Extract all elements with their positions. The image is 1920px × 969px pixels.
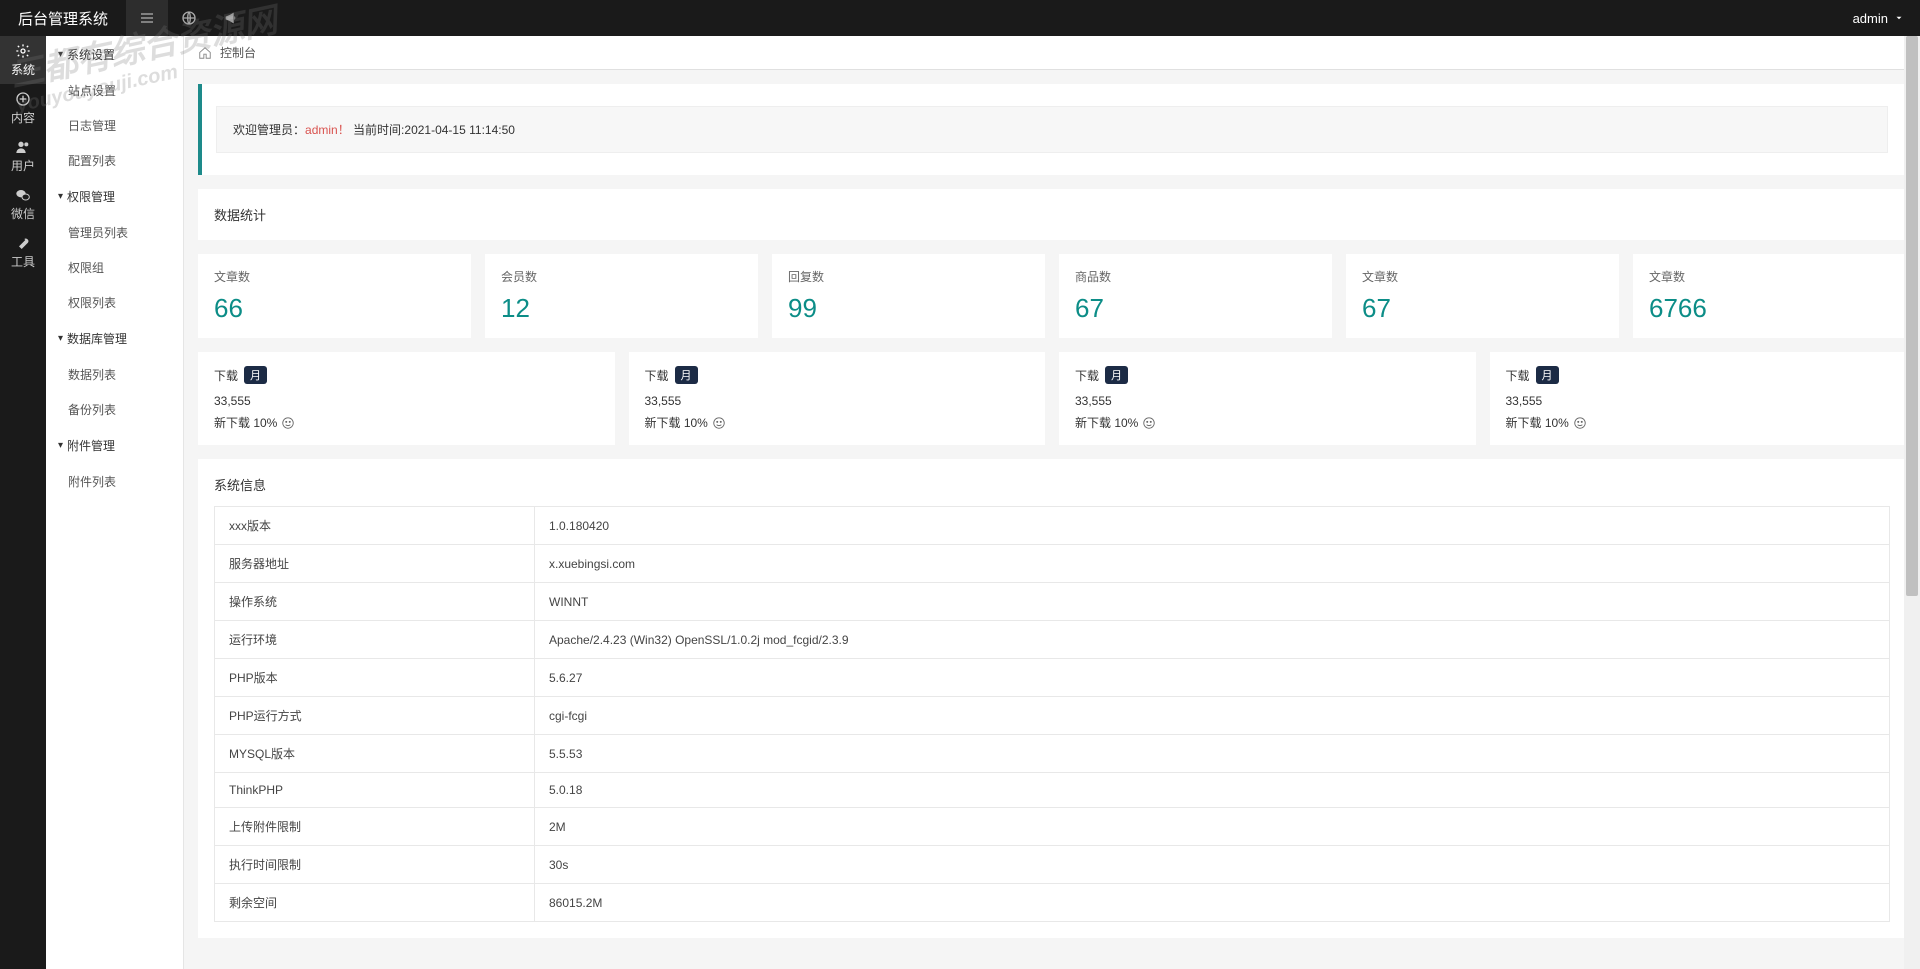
month-badge: 月 <box>1536 366 1559 384</box>
nav-content[interactable]: 内容 <box>0 84 46 132</box>
sidebar-group-database[interactable]: ▾数据库管理 <box>46 320 183 357</box>
menu-toggle-button[interactable] <box>126 0 168 36</box>
user-name: admin <box>1853 11 1888 26</box>
table-row: PHP版本5.6.27 <box>215 659 1890 697</box>
month-badge: 月 <box>675 366 698 384</box>
download-card: 下载月 33,555 新下载 10% <box>629 352 1046 445</box>
globe-button[interactable] <box>168 0 210 36</box>
broadcast-button[interactable] <box>210 0 252 36</box>
plus-circle-icon <box>15 91 31 107</box>
welcome-text: 欢迎管理员：admin！ 当前时间:2021-04-15 11:14:50 <box>233 123 515 137</box>
table-row: MYSQL版本5.5.53 <box>215 735 1890 773</box>
nav-tools[interactable]: 工具 <box>0 228 46 276</box>
main: 控制台 欢迎管理员：admin！ 当前时间:2021-04-15 11:14:5… <box>184 36 1920 969</box>
month-badge: 月 <box>1105 366 1128 384</box>
sysinfo-panel: 系统信息 xxx版本1.0.180420 服务器地址x.xuebingsi.co… <box>198 459 1906 938</box>
welcome-panel: 欢迎管理员：admin！ 当前时间:2021-04-15 11:14:50 <box>198 84 1906 175</box>
app-title: 后台管理系统 <box>0 8 126 29</box>
stat-card: 文章数6766 <box>1633 254 1906 338</box>
menu-icon <box>139 10 155 26</box>
stat-card: 会员数12 <box>485 254 758 338</box>
scrollbar-thumb[interactable] <box>1906 36 1918 596</box>
smile-icon <box>712 416 726 430</box>
table-row: 上传附件限制2M <box>215 808 1890 846</box>
table-row: 操作系统WINNT <box>215 583 1890 621</box>
sidebar-group-permission[interactable]: ▾权限管理 <box>46 178 183 215</box>
broadcast-icon <box>223 10 239 26</box>
sidebar-item-config[interactable]: 配置列表 <box>46 143 183 178</box>
content: 欢迎管理员：admin！ 当前时间:2021-04-15 11:14:50 数据… <box>184 70 1920 952</box>
globe-icon <box>181 10 197 26</box>
download-row: 下载月 33,555 新下载 10% 下载月 33,555 新下载 10% 下载… <box>198 352 1906 445</box>
sidebar-item-attach-list[interactable]: 附件列表 <box>46 464 183 499</box>
smile-icon <box>281 416 295 430</box>
nav-system[interactable]: 系统 <box>0 36 46 84</box>
stats-header-panel: 数据统计 <box>198 189 1906 240</box>
user-menu[interactable]: admin <box>1837 11 1920 26</box>
stat-row: 文章数66 会员数12 回复数99 商品数67 文章数67 文章数6766 <box>198 254 1906 338</box>
table-row: ThinkPHP5.0.18 <box>215 773 1890 808</box>
smile-icon <box>1142 416 1156 430</box>
sidebar: ▾系统设置 站点设置 日志管理 配置列表 ▾权限管理 管理员列表 权限组 权限列… <box>46 36 184 969</box>
month-badge: 月 <box>244 366 267 384</box>
download-card: 下载月 33,555 新下载 10% <box>198 352 615 445</box>
header: 后台管理系统 admin <box>0 0 1920 36</box>
home-icon <box>198 46 212 60</box>
sidebar-item-site-settings[interactable]: 站点设置 <box>46 73 183 108</box>
smile-icon <box>1573 416 1587 430</box>
sysinfo-title: 系统信息 <box>214 475 1890 494</box>
sidebar-item-backup-list[interactable]: 备份列表 <box>46 392 183 427</box>
header-toolbar <box>126 0 252 36</box>
stat-card: 商品数67 <box>1059 254 1332 338</box>
wechat-icon <box>15 187 31 203</box>
scrollbar[interactable] <box>1904 36 1920 969</box>
table-row: 剩余空间86015.2M <box>215 884 1890 922</box>
sidebar-group-attachment[interactable]: ▾附件管理 <box>46 427 183 464</box>
breadcrumb: 控制台 <box>184 36 1920 70</box>
breadcrumb-text: 控制台 <box>220 44 256 61</box>
download-card: 下载月 33,555 新下载 10% <box>1490 352 1907 445</box>
table-row: 运行环境Apache/2.4.23 (Win32) OpenSSL/1.0.2j… <box>215 621 1890 659</box>
sidebar-group-system[interactable]: ▾系统设置 <box>46 36 183 73</box>
sidebar-item-perm-group[interactable]: 权限组 <box>46 250 183 285</box>
sidebar-item-perm-list[interactable]: 权限列表 <box>46 285 183 320</box>
sidebar-item-log[interactable]: 日志管理 <box>46 108 183 143</box>
nav-wechat[interactable]: 微信 <box>0 180 46 228</box>
users-icon <box>15 139 31 155</box>
stat-card: 文章数67 <box>1346 254 1619 338</box>
sysinfo-table: xxx版本1.0.180420 服务器地址x.xuebingsi.com 操作系… <box>214 506 1890 922</box>
table-row: xxx版本1.0.180420 <box>215 507 1890 545</box>
nav-user[interactable]: 用户 <box>0 132 46 180</box>
stats-title: 数据统计 <box>214 205 1890 224</box>
nav-strip: 系统 内容 用户 微信 工具 <box>0 36 46 969</box>
stat-card: 文章数66 <box>198 254 471 338</box>
gear-icon <box>15 43 31 59</box>
stat-card: 回复数99 <box>772 254 1045 338</box>
sidebar-item-admin-list[interactable]: 管理员列表 <box>46 215 183 250</box>
download-card: 下载月 33,555 新下载 10% <box>1059 352 1476 445</box>
table-row: PHP运行方式cgi-fcgi <box>215 697 1890 735</box>
sidebar-item-data-list[interactable]: 数据列表 <box>46 357 183 392</box>
wrench-icon <box>15 235 31 251</box>
chevron-down-icon <box>1894 13 1904 23</box>
table-row: 服务器地址x.xuebingsi.com <box>215 545 1890 583</box>
table-row: 执行时间限制30s <box>215 846 1890 884</box>
